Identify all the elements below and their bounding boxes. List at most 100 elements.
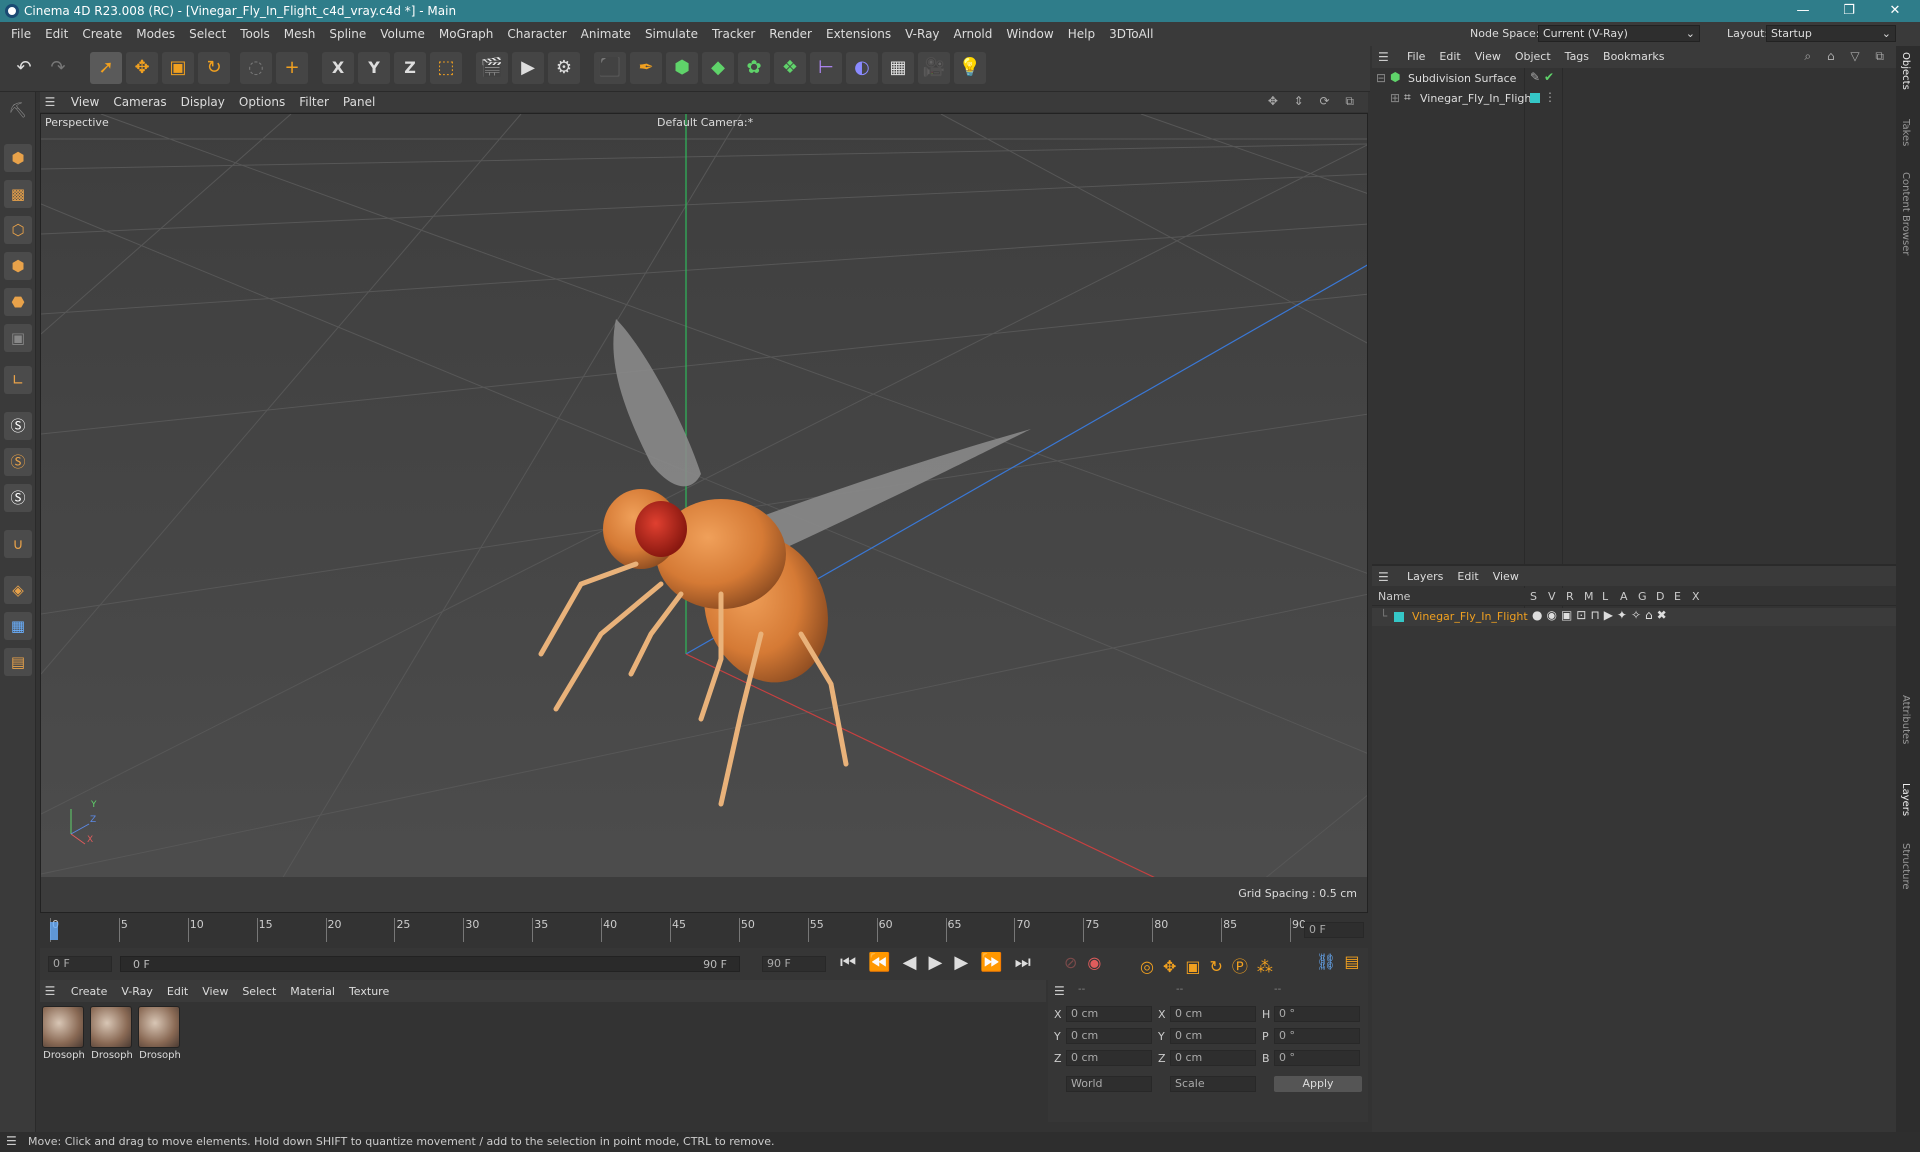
cube-object-icon[interactable]: ⬛: [594, 52, 626, 84]
points-mode-icon[interactable]: ⬡: [4, 216, 32, 244]
hamburger-icon[interactable]: ☰: [1378, 570, 1389, 584]
menu-item[interactable]: Simulate: [638, 22, 705, 46]
layer-column-header[interactable]: E: [1674, 590, 1692, 603]
undo-icon[interactable]: ↶: [8, 52, 40, 84]
subdivision-surface-icon[interactable]: ⬢: [666, 52, 698, 84]
layout-select[interactable]: Startup ⌄: [1766, 25, 1896, 42]
render-settings-icon[interactable]: ⚙: [548, 52, 580, 84]
hamburger-icon[interactable]: ☰: [1378, 50, 1389, 64]
mograph-icon[interactable]: ❖: [774, 52, 806, 84]
key-position-icon[interactable]: ◎: [1140, 957, 1163, 976]
menu-item[interactable]: Tracker: [705, 22, 762, 46]
autokey-icon[interactable]: ◉: [1087, 953, 1111, 972]
apply-button[interactable]: Apply: [1274, 1076, 1362, 1092]
viewport-menu-item[interactable]: Panel: [336, 92, 382, 112]
menu-item[interactable]: Spline: [322, 22, 373, 46]
model-mode-icon[interactable]: ⬢: [4, 144, 32, 172]
material-menu-item[interactable]: Material: [283, 981, 342, 1003]
object-menu-item[interactable]: Tags: [1558, 46, 1596, 68]
snap-icon[interactable]: Ⓢ: [4, 412, 32, 440]
menu-item[interactable]: Edit: [38, 22, 75, 46]
minimize-button[interactable]: —: [1780, 0, 1826, 22]
material-swatch[interactable]: Drosoph: [90, 1006, 134, 1061]
side-tab[interactable]: Content Browser: [1900, 172, 1911, 255]
layer-column-header[interactable]: X: [1692, 590, 1710, 603]
layer-column-header[interactable]: S: [1530, 590, 1548, 603]
expand-icon[interactable]: ⊟: [1376, 71, 1386, 85]
menu-item[interactable]: 3DToAll: [1102, 22, 1160, 46]
menu-item[interactable]: Window: [999, 22, 1060, 46]
object-row[interactable]: ⊞ ⌗ Vinegar_Fly_In_Flight ⋮: [1376, 90, 1876, 108]
spline-pen-icon[interactable]: ✒: [630, 52, 662, 84]
side-tab[interactable]: Layers: [1900, 783, 1911, 816]
go-to-end-icon[interactable]: ⏭: [1015, 952, 1043, 973]
restore-button[interactable]: ❐: [1826, 0, 1872, 22]
scale-tool-icon[interactable]: ▣: [162, 52, 194, 84]
rotation-b-field[interactable]: 0 °: [1274, 1050, 1360, 1066]
object-menu-item[interactable]: Edit: [1432, 46, 1467, 68]
end-frame-field[interactable]: 90 F: [762, 956, 826, 972]
layer-column-header[interactable]: A: [1620, 590, 1638, 603]
key-move-icon[interactable]: ✥: [1163, 957, 1185, 976]
material-swatch[interactable]: Drosoph: [42, 1006, 86, 1061]
layer-menu-item[interactable]: View: [1486, 566, 1526, 588]
size-y-field[interactable]: 0 cm: [1170, 1028, 1256, 1044]
play-icon[interactable]: ▶: [928, 952, 954, 973]
menu-item[interactable]: Modes: [129, 22, 182, 46]
side-tab[interactable]: Takes: [1900, 119, 1911, 146]
visibility-dots-icon[interactable]: ⋮: [1544, 90, 1556, 104]
coordinate-system-icon[interactable]: ⬚: [430, 52, 462, 84]
key-param-icon[interactable]: Ⓟ: [1232, 957, 1257, 976]
add-transform-icon[interactable]: +: [276, 52, 308, 84]
material-menu-item[interactable]: Create: [64, 981, 115, 1003]
polygons-mode-icon[interactable]: ⬣: [4, 288, 32, 316]
viewport-menu-item[interactable]: Display: [174, 92, 232, 112]
floor-icon[interactable]: ▦: [882, 52, 914, 84]
workplane-grid-icon[interactable]: ▦: [4, 612, 32, 640]
redo-icon[interactable]: ↷: [42, 52, 74, 84]
position-z-field[interactable]: 0 cm: [1066, 1050, 1152, 1066]
material-swatch[interactable]: Drosoph: [138, 1006, 182, 1061]
size-x-field[interactable]: 0 cm: [1170, 1006, 1256, 1022]
viewport-menu-item[interactable]: Filter: [292, 92, 336, 112]
object-manager-tools[interactable]: ⌕ ⌂ ▽ ⧉: [1804, 49, 1890, 64]
side-tab[interactable]: Objects: [1900, 52, 1911, 90]
menu-item[interactable]: MoGraph: [432, 22, 501, 46]
object-menu-item[interactable]: Object: [1508, 46, 1558, 68]
previous-key-icon[interactable]: ⏪: [868, 952, 902, 973]
record-active-icon[interactable]: ⊘: [1064, 953, 1087, 972]
select-pointer-icon[interactable]: ➚: [90, 52, 122, 84]
field-icon[interactable]: ◐: [846, 52, 878, 84]
live-selection-icon[interactable]: ◌: [240, 52, 272, 84]
uv-mode-icon[interactable]: ▣: [4, 324, 32, 352]
timeline-ruler[interactable]: 051015202530354045505560657075808590 0 F: [40, 914, 1368, 948]
coordinate-mode-select[interactable]: Scale: [1170, 1076, 1256, 1092]
render-view-icon[interactable]: 🎬: [476, 52, 508, 84]
go-to-start-icon[interactable]: ⏮: [840, 952, 868, 973]
menu-item[interactable]: Tools: [233, 22, 277, 46]
viewport-menu-item[interactable]: View: [64, 92, 106, 112]
viewport-menu-item[interactable]: Options: [232, 92, 292, 112]
viewport-nav-icons[interactable]: ✥ ⇕ ⟳ ⧉: [1268, 94, 1360, 109]
render-picture-viewer-icon[interactable]: ▶: [512, 52, 544, 84]
coordinate-space-select[interactable]: World: [1066, 1076, 1152, 1092]
material-menu-item[interactable]: V-Ray: [114, 981, 160, 1003]
menu-item[interactable]: Select: [182, 22, 233, 46]
hamburger-icon[interactable]: ☰: [1054, 984, 1065, 998]
menu-item[interactable]: V-Ray: [898, 22, 946, 46]
hamburger-icon[interactable]: ☰: [6, 1134, 17, 1148]
layer-column-header[interactable]: L: [1602, 590, 1620, 603]
make-editable-icon[interactable]: ⛏: [4, 96, 32, 124]
layer-column-header[interactable]: V: [1548, 590, 1566, 603]
rotation-p-field[interactable]: 0 °: [1274, 1028, 1360, 1044]
menu-item[interactable]: Volume: [373, 22, 432, 46]
hamburger-icon[interactable]: ☰: [40, 92, 60, 112]
3d-viewport[interactable]: Perspective Default Camera:* Y Z X Grid …: [40, 113, 1368, 913]
material-menu-item[interactable]: Select: [235, 981, 283, 1003]
rotation-h-field[interactable]: 0 °: [1274, 1006, 1360, 1022]
side-tab[interactable]: Attributes: [1900, 695, 1911, 744]
cloner-icon[interactable]: ✿: [738, 52, 770, 84]
menu-item[interactable]: Animate: [574, 22, 638, 46]
layer-column-header[interactable]: R: [1566, 590, 1584, 603]
rotate-tool-icon[interactable]: ↻: [198, 52, 230, 84]
